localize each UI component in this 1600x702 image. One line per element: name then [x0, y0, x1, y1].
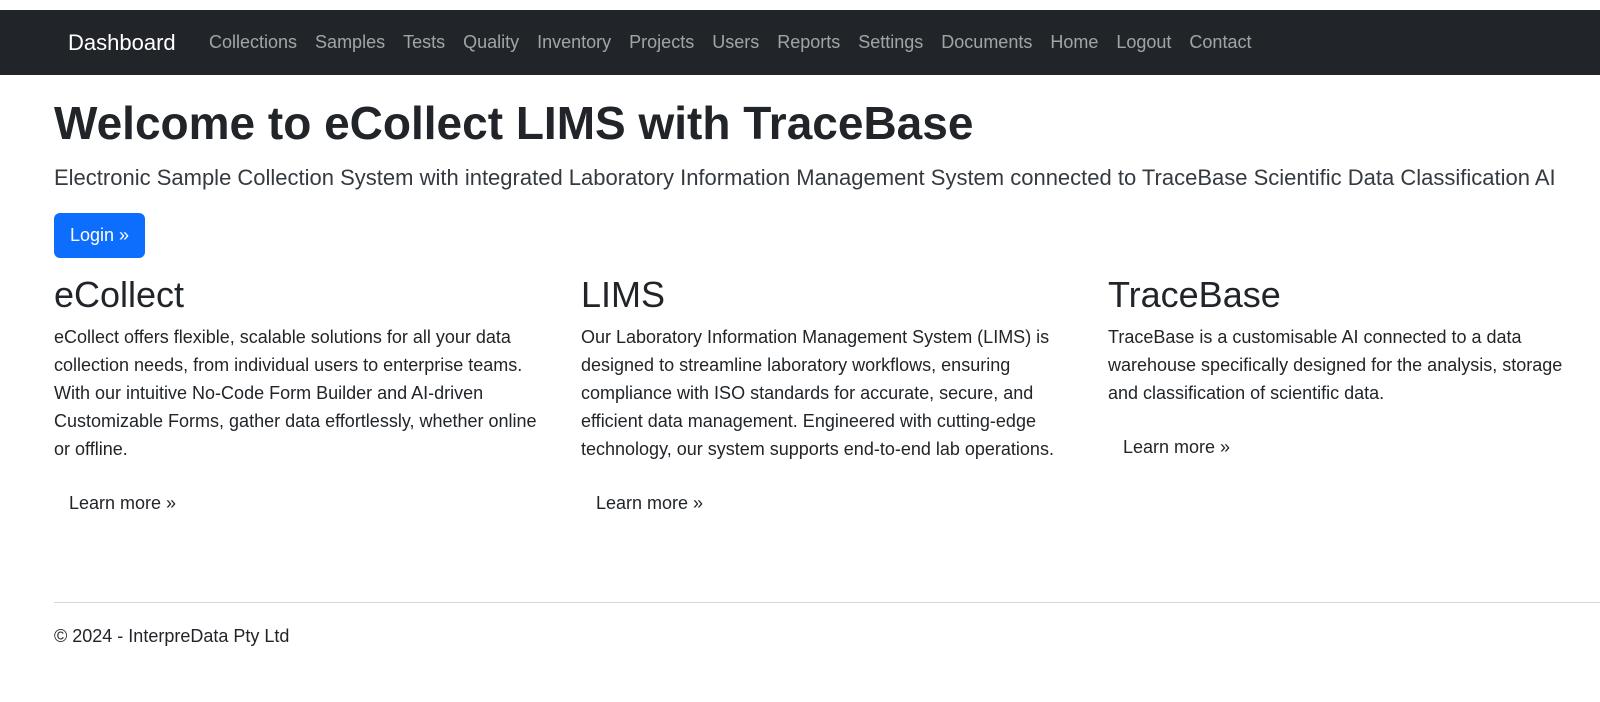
nav-link-tests[interactable]: Tests — [394, 10, 454, 75]
page-title: Welcome to eCollect LIMS with TraceBase — [54, 97, 974, 149]
brand-dashboard-link[interactable]: Dashboard — [68, 10, 176, 75]
login-button[interactable]: Login » — [54, 213, 145, 258]
tracebase-heading: TraceBase — [1108, 274, 1281, 315]
lims-heading: LIMS — [581, 274, 666, 315]
tracebase-description: TraceBase is a customisable AI connected… — [1108, 327, 1563, 403]
nav-link-inventory[interactable]: Inventory — [528, 10, 620, 75]
ecollect-description: eCollect offers flexible, scalable solut… — [54, 327, 537, 459]
nav-link-projects[interactable]: Projects — [620, 10, 703, 75]
footer-copyright: © 2024 - InterpreData Pty Ltd — [54, 626, 290, 646]
lims-description: Our Laboratory Information Management Sy… — [581, 327, 1054, 459]
nav-links: Collections Samples Tests Quality Invent… — [200, 10, 1260, 75]
footer-divider — [54, 602, 1600, 603]
nav-link-samples[interactable]: Samples — [306, 10, 394, 75]
lims-learn-more-button[interactable]: Learn more » — [596, 489, 703, 517]
top-navbar: Dashboard Collections Samples Tests Qual… — [0, 10, 1600, 75]
nav-link-documents[interactable]: Documents — [932, 10, 1041, 75]
nav-link-contact[interactable]: Contact — [1180, 10, 1260, 75]
hero-lead-text: Electronic Sample Collection System with… — [54, 165, 1556, 190]
tracebase-column: TraceBase TraceBase is a customisable AI… — [1108, 273, 1594, 461]
nav-link-logout[interactable]: Logout — [1107, 10, 1180, 75]
nav-link-home[interactable]: Home — [1041, 10, 1107, 75]
nav-link-settings[interactable]: Settings — [849, 10, 932, 75]
ecollect-column: eCollect eCollect offers flexible, scala… — [54, 273, 549, 517]
tracebase-learn-more-button[interactable]: Learn more » — [1123, 433, 1230, 461]
ecollect-heading: eCollect — [54, 274, 185, 315]
nav-link-quality[interactable]: Quality — [454, 10, 528, 75]
nav-link-reports[interactable]: Reports — [768, 10, 849, 75]
ecollect-learn-more-button[interactable]: Learn more » — [69, 489, 176, 517]
nav-link-collections[interactable]: Collections — [200, 10, 306, 75]
lims-column: LIMS Our Laboratory Information Manageme… — [581, 273, 1076, 517]
nav-link-users[interactable]: Users — [703, 10, 768, 75]
